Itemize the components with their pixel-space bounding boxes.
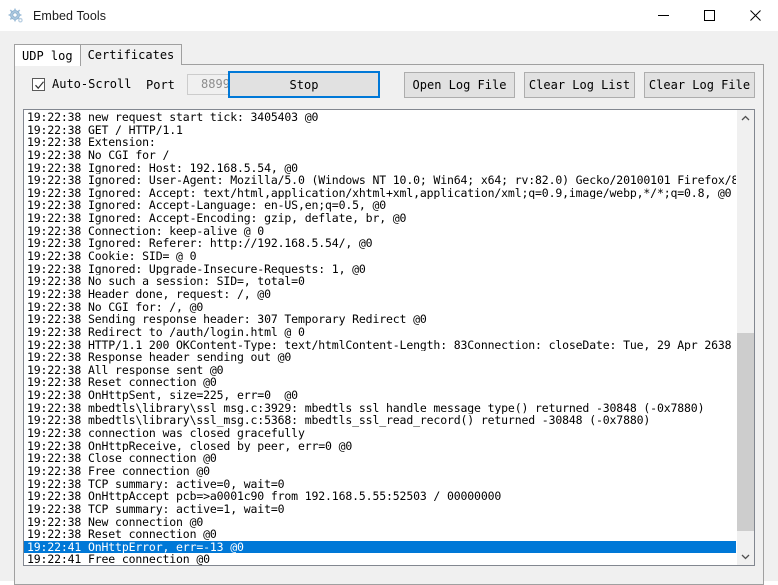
log-line[interactable]: 19:22:38 Ignored: Accept: text/html,appl… xyxy=(24,187,736,200)
log-line[interactable]: 19:22:38 No CGI for: /, @0 xyxy=(24,301,736,314)
tab-panel-udp-log: Auto-Scroll Port 8899 Stop Open Log File… xyxy=(14,64,764,585)
scroll-up-button[interactable] xyxy=(737,110,754,127)
log-line[interactable]: 19:22:38 Reset connection @0 xyxy=(24,528,736,541)
log-line[interactable]: 19:22:38 Reset connection @0 xyxy=(24,376,736,389)
log-line[interactable]: 19:22:38 Ignored: Accept-Language: en-US… xyxy=(24,199,736,212)
close-button[interactable] xyxy=(732,0,778,31)
tab-strip: UDP log Certificates xyxy=(14,43,764,66)
log-line[interactable]: 19:22:38 mbedtls\library\ssl_msg.c:3929:… xyxy=(24,402,736,415)
log-line[interactable]: 19:22:38 mbedtls\library\ssl_msg.c:5368:… xyxy=(24,414,736,427)
log-line[interactable]: 19:22:38 Ignored: User-Agent: Mozilla/5.… xyxy=(24,174,736,187)
port-label: Port xyxy=(146,78,175,92)
client-area: UDP log Certificates Auto-Scroll Port 88… xyxy=(0,31,778,585)
log-line[interactable]: 19:22:38 new request start tick: 3405403… xyxy=(24,111,736,124)
auto-scroll-checkbox[interactable]: Auto-Scroll xyxy=(32,77,131,91)
log-line[interactable]: 19:22:38 Ignored: Accept-Encoding: gzip,… xyxy=(24,212,736,225)
title-bar: Embed Tools xyxy=(0,0,778,31)
toolbar: Auto-Scroll Port 8899 Stop Open Log File… xyxy=(15,65,763,109)
chevron-up-icon xyxy=(741,115,750,121)
log-line[interactable]: 19:22:38 GET / HTTP/1.1 xyxy=(24,124,736,137)
log-line[interactable]: 19:22:38 No CGI for / xyxy=(24,149,736,162)
check-icon xyxy=(35,80,44,89)
log-line[interactable]: 19:22:38 All response sent @0 xyxy=(24,364,736,377)
tab-udp-log-label: UDP log xyxy=(22,48,73,63)
tab-certificates-label: Certificates xyxy=(87,48,175,62)
log-line[interactable]: 19:22:38 HTTP/1.1 200 OKContent-Type: te… xyxy=(24,339,736,352)
log-list[interactable]: 19:22:38 new request start tick: 3405403… xyxy=(24,110,736,565)
log-line[interactable]: 19:22:38 connection was closed gracefull… xyxy=(24,427,736,440)
log-line[interactable]: 19:22:38 Extension: xyxy=(24,136,736,149)
log-line[interactable]: 19:22:38 New connection @0 xyxy=(24,516,736,529)
log-line[interactable]: 19:22:38 Ignored: Host: 192.168.5.54, @0 xyxy=(24,162,736,175)
log-line[interactable]: 19:22:38 Ignored: Upgrade-Insecure-Reque… xyxy=(24,263,736,276)
log-line[interactable]: 19:22:38 Connection: keep-alive @ 0 xyxy=(24,225,736,238)
clear-log-list-button[interactable]: Clear Log List xyxy=(524,72,635,98)
log-line[interactable]: 19:22:41 Free connection @0 xyxy=(24,553,736,565)
scroll-down-button[interactable] xyxy=(737,548,754,565)
log-line[interactable]: 19:22:38 TCP summary: active=1, wait=0 xyxy=(24,503,736,516)
minimize-button[interactable] xyxy=(640,0,686,31)
log-line[interactable]: 19:22:38 OnHttpSent, size=225, err=0 @0 xyxy=(24,389,736,402)
log-line[interactable]: 19:22:38 Sending response header: 307 Te… xyxy=(24,313,736,326)
checkbox-box xyxy=(32,77,45,91)
gear-icon xyxy=(8,8,24,24)
log-line[interactable]: 19:22:38 Redirect to /auth/login.html @ … xyxy=(24,326,736,339)
log-line[interactable]: 19:22:38 Response header sending out @0 xyxy=(24,351,736,364)
open-log-file-button[interactable]: Open Log File xyxy=(404,72,515,98)
log-line[interactable]: 19:22:38 OnHttpAccept pcb=>a0001c90 from… xyxy=(24,490,736,503)
window-title: Embed Tools xyxy=(33,8,107,23)
log-line[interactable]: 19:22:41 OnHttpError, err=-13 @0 xyxy=(24,540,736,554)
log-line[interactable]: 19:22:38 Cookie: SID= @ 0 xyxy=(24,250,736,263)
log-line[interactable]: 19:22:38 OnHttpReceive, closed by peer, … xyxy=(24,440,736,453)
scroll-thumb[interactable] xyxy=(737,333,754,532)
log-box: 19:22:38 new request start tick: 3405403… xyxy=(23,109,755,566)
log-line[interactable]: 19:22:38 Free connection @0 xyxy=(24,465,736,478)
auto-scroll-label: Auto-Scroll xyxy=(52,77,132,91)
log-line[interactable]: 19:22:38 TCP summary: active=0, wait=0 xyxy=(24,478,736,491)
log-line[interactable]: 19:22:38 Header done, request: /, @0 xyxy=(24,288,736,301)
log-line[interactable]: 19:22:38 Ignored: Referer: http://192.16… xyxy=(24,237,736,250)
chevron-down-icon xyxy=(741,554,750,560)
log-vertical-scrollbar[interactable] xyxy=(736,110,754,565)
window-controls xyxy=(640,0,778,31)
app-window: Embed Tools UDP log Certificates Auto-Sc… xyxy=(0,0,778,585)
log-line[interactable]: 19:22:38 Close connection @0 xyxy=(24,452,736,465)
stop-button[interactable]: Stop xyxy=(228,71,380,98)
maximize-button[interactable] xyxy=(686,0,732,31)
tab-udp-log[interactable]: UDP log xyxy=(14,44,81,66)
tab-certificates[interactable]: Certificates xyxy=(79,44,183,65)
log-line[interactable]: 19:22:38 No such a session: SID=, total=… xyxy=(24,275,736,288)
clear-log-file-button[interactable]: Clear Log File xyxy=(644,72,755,98)
